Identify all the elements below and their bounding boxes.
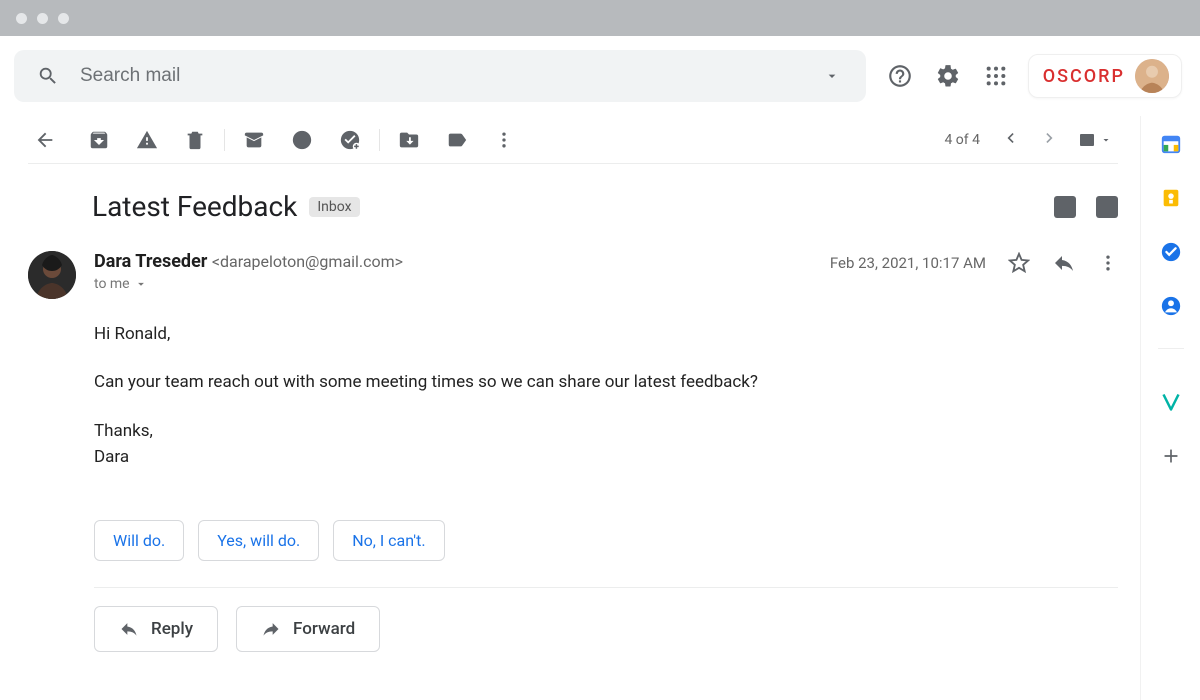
labels-icon[interactable] — [446, 129, 468, 151]
search-container[interactable] — [14, 50, 866, 102]
help-icon[interactable] — [884, 60, 916, 92]
brand-name: OSCORP — [1043, 66, 1125, 87]
toolbar-separator — [379, 129, 380, 151]
sender-row: Dara Treseder <darapeloton@gmail.com> to… — [28, 241, 1118, 299]
search-input[interactable] — [78, 64, 802, 88]
split-pane-toggle[interactable] — [1080, 134, 1112, 146]
tasks-app-icon[interactable] — [1159, 240, 1183, 264]
message-count: 4 of 4 — [944, 132, 980, 148]
reply-label: Reply — [151, 619, 193, 639]
body-thanks: Thanks, — [94, 418, 868, 444]
window-maximize-dot[interactable] — [58, 13, 69, 24]
star-icon[interactable] — [1008, 252, 1030, 274]
main-area: 4 of 4 Latest Feedback Inbox — [0, 116, 1200, 700]
back-arrow-icon[interactable] — [34, 129, 56, 151]
search-icon[interactable] — [32, 60, 64, 92]
side-panel-divider — [1158, 348, 1184, 360]
body-signature: Dara — [94, 444, 868, 470]
calendar-app-icon[interactable] — [1159, 132, 1183, 156]
delete-trash-icon[interactable] — [184, 129, 206, 151]
smart-replies: Will do. Yes, will do. No, I can't. — [28, 492, 1118, 587]
message-block: Dara Treseder <darapeloton@gmail.com> to… — [28, 241, 1118, 652]
subject-actions — [1054, 196, 1118, 218]
mark-unread-icon[interactable] — [243, 129, 265, 151]
move-to-folder-icon[interactable] — [398, 129, 420, 151]
addon-app-icon[interactable] — [1159, 390, 1183, 414]
more-vert-icon[interactable] — [494, 130, 514, 150]
forward-icon — [261, 619, 281, 639]
reply-row: Reply Forward — [28, 588, 1118, 652]
app-header: OSCORP — [0, 36, 1200, 116]
sender-info: Dara Treseder <darapeloton@gmail.com> to… — [94, 251, 812, 292]
chevron-down-icon — [134, 277, 148, 291]
account-chip[interactable]: OSCORP — [1028, 54, 1182, 98]
forward-button[interactable]: Forward — [236, 606, 380, 652]
reply-icon — [119, 619, 139, 639]
subject-row: Latest Feedback Inbox — [28, 164, 1118, 241]
folder-chip[interactable]: Inbox — [309, 197, 359, 217]
subject-title: Latest Feedback — [92, 190, 297, 223]
message-body: Hi Ronald, Can your team reach out with … — [28, 299, 868, 470]
snooze-clock-icon[interactable] — [291, 129, 313, 151]
toolbar-separator — [224, 129, 225, 151]
toolbar-right: 4 of 4 — [944, 128, 1112, 152]
contacts-app-icon[interactable] — [1159, 294, 1183, 318]
sender-email: <darapeloton@gmail.com> — [212, 252, 403, 271]
print-icon[interactable] — [1054, 196, 1076, 218]
side-panel — [1140, 116, 1200, 700]
recipient-text: to me — [94, 276, 130, 292]
settings-gear-icon[interactable] — [932, 60, 964, 92]
reply-arrow-icon[interactable] — [1052, 251, 1076, 275]
body-greeting: Hi Ronald, — [94, 321, 868, 347]
get-addons-plus-icon[interactable] — [1159, 444, 1183, 468]
body-line: Can your team reach out with some meetin… — [94, 369, 868, 395]
recipient-line[interactable]: to me — [94, 276, 812, 292]
apps-grid-icon[interactable] — [980, 60, 1012, 92]
sender-avatar[interactable] — [28, 251, 76, 299]
window-minimize-dot[interactable] — [37, 13, 48, 24]
newer-chevron-icon[interactable] — [1040, 128, 1060, 152]
smart-reply-chip[interactable]: Will do. — [94, 520, 184, 561]
timestamp: Feb 23, 2021, 10:17 AM — [830, 254, 986, 272]
window-titlebar — [0, 0, 1200, 36]
forward-label: Forward — [293, 619, 355, 639]
more-vert-icon[interactable] — [1098, 253, 1118, 273]
pane-icon — [1080, 134, 1094, 146]
open-new-window-icon[interactable] — [1096, 196, 1118, 218]
report-spam-icon[interactable] — [136, 129, 158, 151]
message-actions: Feb 23, 2021, 10:17 AM — [830, 251, 1118, 275]
reply-button[interactable]: Reply — [94, 606, 218, 652]
sender-name: Dara Treseder — [94, 251, 207, 272]
older-chevron-icon[interactable] — [1000, 128, 1020, 152]
avatar[interactable] — [1135, 59, 1169, 93]
message-toolbar: 4 of 4 — [28, 116, 1118, 164]
sender-name-line: Dara Treseder <darapeloton@gmail.com> — [94, 251, 812, 272]
header-icons: OSCORP — [884, 54, 1182, 98]
window-close-dot[interactable] — [16, 13, 27, 24]
content-pane: 4 of 4 Latest Feedback Inbox — [0, 116, 1140, 700]
keep-app-icon[interactable] — [1159, 186, 1183, 210]
smart-reply-chip[interactable]: Yes, will do. — [198, 520, 319, 561]
add-to-tasks-icon[interactable] — [339, 129, 361, 151]
search-options-dropdown-icon[interactable] — [816, 60, 848, 92]
smart-reply-chip[interactable]: No, I can't. — [333, 520, 444, 561]
archive-icon[interactable] — [88, 129, 110, 151]
